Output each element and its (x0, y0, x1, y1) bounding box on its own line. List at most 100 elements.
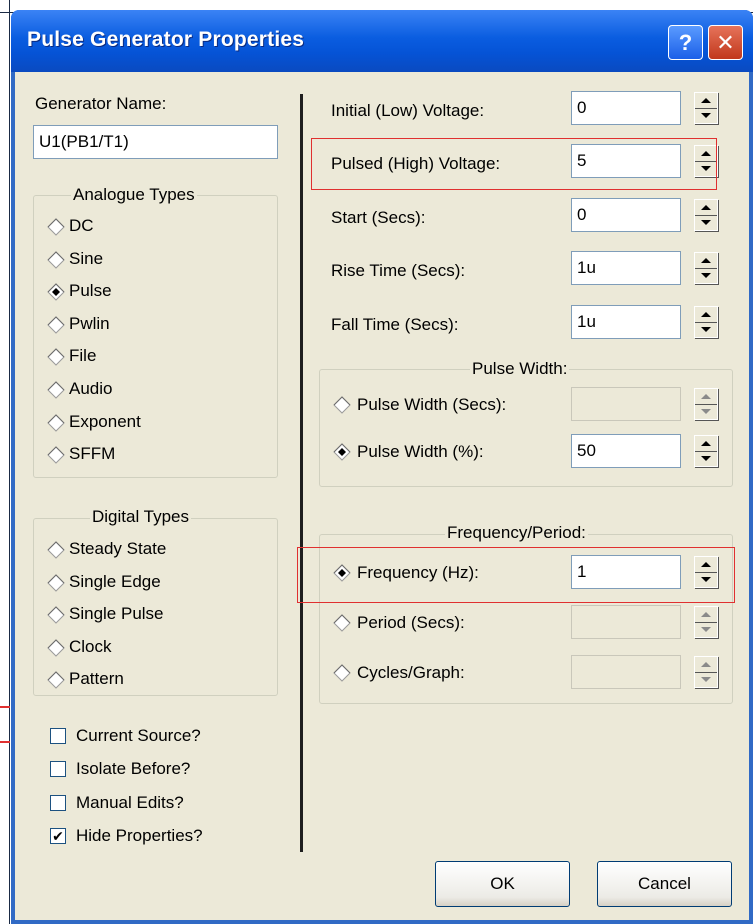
pulse-width-title: Pulse Width: (470, 359, 570, 379)
checkbox-option[interactable]: ✔ (50, 828, 66, 844)
radio-option[interactable] (333, 614, 351, 632)
option-spinner[interactable] (694, 388, 718, 420)
option-input[interactable]: 50 (571, 434, 681, 468)
spin-up-icon[interactable] (695, 200, 717, 216)
field-input[interactable]: 0 (571, 198, 681, 232)
close-button[interactable]: ✕ (708, 25, 743, 60)
spin-down-icon[interactable] (695, 322, 717, 337)
analogue-type-label: Pwlin (69, 314, 110, 333)
radio-digital-type[interactable] (47, 606, 65, 624)
spin-up-icon[interactable] (695, 436, 717, 452)
radio-option-selected[interactable] (333, 443, 351, 461)
highlight-pulsed-voltage (311, 138, 717, 190)
help-button[interactable]: ? (668, 25, 703, 60)
option-label: Pulse Width (%): (357, 442, 484, 461)
spin-up-icon[interactable] (695, 93, 717, 109)
option-input[interactable] (571, 655, 681, 689)
analogue-type-label: Audio (69, 379, 113, 398)
option-label: Pulse Width (Secs): (357, 395, 507, 414)
spin-up-icon[interactable] (695, 389, 717, 405)
digital-types-title: Digital Types (90, 507, 192, 527)
radio-file[interactable] (47, 348, 65, 366)
radio-exponent[interactable] (47, 414, 65, 432)
radio-digital-type[interactable] (47, 671, 65, 689)
help-icon: ? (678, 29, 693, 55)
field-spinner[interactable] (694, 306, 718, 338)
spin-down-icon[interactable] (695, 268, 717, 283)
field-label: Rise Time (Secs): (331, 261, 466, 280)
option-spinner[interactable] (694, 435, 718, 467)
field-label: Fall Time (Secs): (331, 315, 459, 334)
digital-type-label: Single Pulse (69, 604, 164, 623)
checkbox-label: Current Source? (76, 726, 201, 745)
field-input[interactable]: 0 (571, 91, 681, 125)
option-input[interactable] (571, 605, 681, 639)
radio-audio[interactable] (47, 381, 65, 399)
checkbox-option[interactable] (50, 761, 66, 777)
spin-down-icon[interactable] (695, 108, 717, 123)
field-input[interactable]: 1u (571, 305, 681, 339)
spin-up-icon[interactable] (695, 657, 717, 673)
close-icon: ✕ (716, 29, 735, 55)
spin-down-icon[interactable] (695, 672, 717, 687)
field-spinner[interactable] (694, 199, 718, 231)
highlight-frequency (297, 547, 735, 603)
option-spinner[interactable] (694, 656, 718, 688)
analogue-type-label: SFFM (69, 444, 116, 463)
spin-up-icon[interactable] (695, 607, 717, 623)
option-input[interactable] (571, 387, 681, 421)
analogue-type-label: Pulse (69, 281, 112, 300)
spin-up-icon[interactable] (695, 307, 717, 323)
digital-type-label: Pattern (69, 669, 124, 688)
analogue-types-group (33, 195, 278, 478)
spin-down-icon[interactable] (695, 404, 717, 419)
radio-sffm[interactable] (47, 446, 65, 464)
option-label: Cycles/Graph: (357, 663, 465, 682)
radio-sine[interactable] (47, 251, 65, 269)
field-label: Start (Secs): (331, 208, 426, 227)
spin-down-icon[interactable] (695, 215, 717, 230)
ok-button[interactable]: OK (435, 861, 570, 907)
option-spinner[interactable] (694, 606, 718, 638)
checkmark-icon: ✔ (52, 828, 64, 844)
radio-option[interactable] (333, 396, 351, 414)
generator-name-input[interactable]: U1(PB1/T1) (33, 125, 278, 159)
checkbox-option[interactable] (50, 795, 66, 811)
field-label: Initial (Low) Voltage: (331, 101, 485, 120)
digital-type-label: Steady State (69, 539, 167, 558)
radio-digital-type[interactable] (47, 574, 65, 592)
field-spinner[interactable] (694, 92, 718, 124)
radio-digital-type[interactable] (47, 639, 65, 657)
spin-down-icon[interactable] (695, 451, 717, 466)
analogue-type-label: File (69, 346, 97, 365)
background-red-tick (0, 741, 10, 743)
checkbox-label: Hide Properties? (76, 826, 203, 845)
analogue-type-label: DC (69, 216, 94, 235)
field-spinner[interactable] (694, 252, 718, 284)
column-separator (300, 94, 303, 852)
option-label: Period (Secs): (357, 613, 465, 632)
analogue-types-title: Analogue Types (71, 185, 197, 205)
frequency-period-title: Frequency/Period: (445, 523, 588, 543)
title-bar[interactable]: Pulse Generator Properties ? ✕ (11, 10, 753, 72)
background-edge-line (9, 0, 10, 924)
checkbox-option[interactable] (50, 728, 66, 744)
checkbox-label: Isolate Before? (76, 759, 191, 778)
analogue-type-label: Sine (69, 249, 104, 268)
dialog-window: Pulse Generator Properties ? ✕ Generator… (11, 10, 753, 924)
spin-down-icon[interactable] (695, 622, 717, 637)
checkbox-label: Manual Edits? (76, 793, 184, 812)
radio-dc[interactable] (47, 218, 65, 236)
analogue-type-label: Exponent (69, 412, 141, 431)
cancel-button-label: Cancel (638, 874, 691, 893)
dialog-body: Generator Name: U1(PB1/T1) Analogue Type… (15, 72, 749, 920)
radio-digital-type[interactable] (47, 541, 65, 559)
cancel-button[interactable]: Cancel (597, 861, 732, 907)
radio-option[interactable] (333, 664, 351, 682)
radio-pwlin[interactable] (47, 316, 65, 334)
spin-up-icon[interactable] (695, 253, 717, 269)
digital-type-label: Single Edge (69, 572, 161, 591)
radio-pulse-selected[interactable] (47, 283, 65, 301)
digital-type-label: Clock (69, 637, 112, 656)
field-input[interactable]: 1u (571, 251, 681, 285)
